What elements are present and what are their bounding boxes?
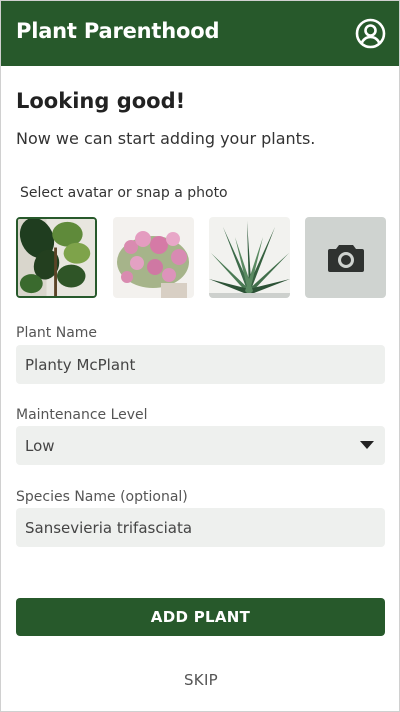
species-name-label: Species Name (optional): [16, 489, 188, 505]
maintenance-level-select[interactable]: Low: [16, 426, 385, 465]
skip-button[interactable]: SKIP: [1, 671, 399, 689]
app-title: Plant Parenthood: [16, 19, 220, 43]
maintenance-level-label: Maintenance Level: [16, 407, 148, 423]
aloe-succulent-photo: [209, 217, 290, 298]
plant-name-label: Plant Name: [16, 325, 98, 341]
pink-flowers-photo: [113, 217, 194, 298]
app-header: Plant Parenthood: [1, 1, 399, 66]
camera-icon: [327, 243, 365, 273]
page-heading: Looking good!: [16, 89, 186, 113]
maintenance-level-value: Low: [25, 436, 55, 455]
avatar-option-pink-flowers[interactable]: [113, 217, 194, 298]
app-screen: Plant Parenthood Looking good! Now we ca…: [0, 0, 400, 712]
user-circle-icon[interactable]: [355, 18, 386, 49]
chevron-down-icon: [360, 441, 374, 449]
page-subtitle: Now we can start adding your plants.: [16, 129, 316, 148]
fiddle-leaf-fig-photo: [18, 219, 95, 296]
avatar-option-aloe-succulent[interactable]: [209, 217, 290, 298]
avatar-picker-label: Select avatar or snap a photo: [20, 185, 228, 201]
plant-name-input[interactable]: Planty McPlant: [16, 345, 385, 384]
avatar-option-fiddle-leaf-fig[interactable]: [16, 217, 97, 298]
avatar-option-take-photo[interactable]: [305, 217, 386, 298]
add-plant-button[interactable]: ADD PLANT: [16, 598, 385, 636]
species-name-input[interactable]: Sansevieria trifasciata: [16, 508, 385, 547]
